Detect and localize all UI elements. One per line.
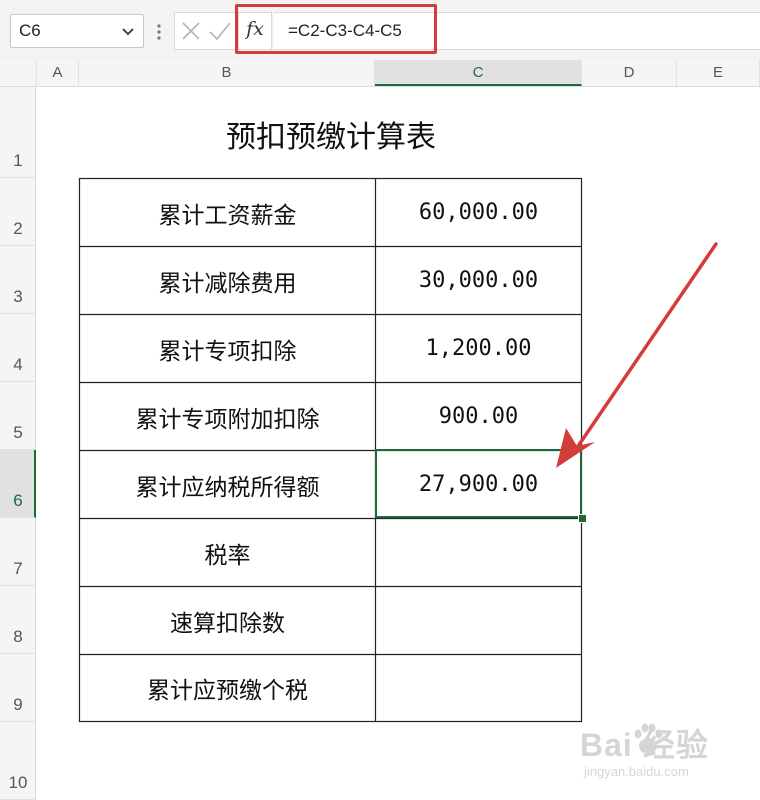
chevron-down-icon[interactable] [119, 23, 137, 41]
cell-b3[interactable]: 累计减除费用 [80, 247, 375, 314]
name-box-value: C6 [19, 21, 41, 40]
cell-b2[interactable]: 累计工资薪金 [80, 179, 375, 246]
watermark: Bai 经验 jingyan.baidu.com [580, 720, 755, 790]
row-header-7[interactable]: 7 [0, 518, 36, 586]
row-header-9[interactable]: 9 [0, 654, 36, 722]
row-header-1[interactable]: 1 [0, 87, 36, 178]
cell-b9[interactable]: 累计应预缴个税 [80, 655, 375, 721]
cell-b4[interactable]: 累计专项扣除 [80, 315, 375, 382]
column-header-a[interactable]: A [37, 60, 79, 86]
row-header-6[interactable]: 6 [0, 450, 36, 518]
fill-handle[interactable] [578, 514, 587, 523]
watermark-url: jingyan.baidu.com [584, 764, 689, 779]
row-header-5[interactable]: 5 [0, 382, 36, 450]
more-dots-icon[interactable] [154, 18, 164, 46]
column-header-b[interactable]: B [79, 60, 375, 86]
row-header-3[interactable]: 3 [0, 246, 36, 314]
cell-c5[interactable]: 900.00 [376, 383, 581, 450]
column-header-d[interactable]: D [582, 60, 677, 86]
row-header-8[interactable]: 8 [0, 586, 36, 654]
cell-c3[interactable]: 30,000.00 [376, 247, 581, 314]
annotation-highlight-box [235, 4, 437, 54]
sheet-title: 预扣预缴计算表 [226, 120, 436, 155]
cell-c9[interactable] [376, 655, 581, 721]
cell-c4[interactable]: 1,200.00 [376, 315, 581, 382]
cell-b5[interactable]: 累计专项附加扣除 [80, 383, 375, 450]
column-header-e[interactable]: E [677, 60, 760, 86]
cancel-icon[interactable] [180, 20, 202, 42]
select-all-corner[interactable] [0, 60, 37, 86]
column-header-row: A B C D E [0, 60, 760, 87]
name-box[interactable]: C6 [10, 14, 144, 48]
watermark-brand: Bai 经验 [580, 727, 709, 763]
active-cell-selection[interactable] [375, 449, 582, 518]
column-header-c[interactable]: C [375, 60, 582, 86]
cell-b8[interactable]: 速算扣除数 [80, 587, 375, 654]
row-header-2[interactable]: 2 [0, 178, 36, 246]
cell-c8[interactable] [376, 587, 581, 654]
cell-c7[interactable] [376, 519, 581, 586]
row-header-10[interactable]: 10 [0, 722, 36, 800]
check-icon[interactable] [208, 20, 232, 42]
row-header-4[interactable]: 4 [0, 314, 36, 382]
cell-c2[interactable]: 60,000.00 [376, 179, 581, 246]
cell-b7[interactable]: 税率 [80, 519, 375, 586]
cell-b6[interactable]: 累计应纳税所得额 [80, 451, 375, 518]
